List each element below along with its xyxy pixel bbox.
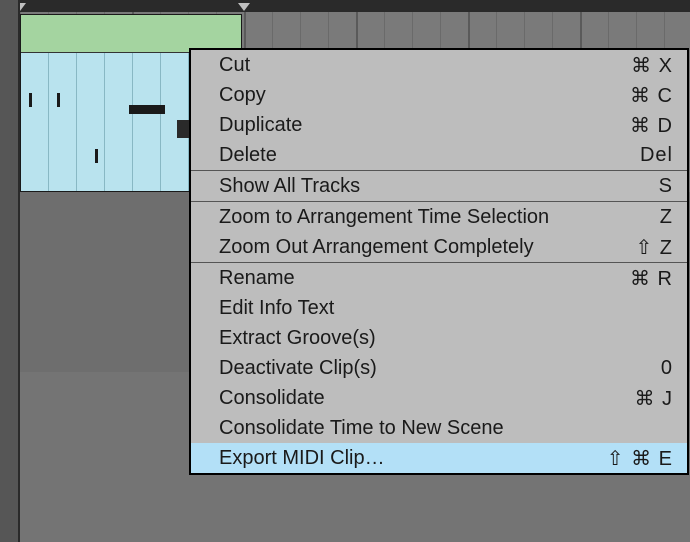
menu-item-copy[interactable]: Copy ⌘ C — [191, 80, 687, 110]
menu-label: Cut — [219, 54, 250, 77]
menu-shortcut: ⌘ X — [631, 53, 673, 78]
menu-shortcut: ⌘ R — [630, 266, 673, 291]
menu-label: Zoom to Arrangement Time Selection — [219, 206, 549, 229]
menu-shortcut: 0 — [661, 357, 673, 380]
menu-item-consolidate[interactable]: Consolidate ⌘ J — [191, 383, 687, 413]
menu-item-consolidate-scene[interactable]: Consolidate Time to New Scene — [191, 413, 687, 443]
menu-item-extract-groove[interactable]: Extract Groove(s) — [191, 323, 687, 353]
clip-edge — [177, 120, 189, 138]
menu-shortcut: ⌘ C — [630, 83, 673, 108]
midi-note — [129, 105, 165, 114]
menu-shortcut: Z — [660, 206, 673, 229]
loop-brace[interactable] — [20, 3, 244, 13]
midi-note — [29, 93, 32, 107]
menu-item-zoom-selection[interactable]: Zoom to Arrangement Time Selection Z — [191, 202, 687, 232]
menu-label: Duplicate — [219, 114, 302, 137]
menu-shortcut: ⇧ ⌘ E — [607, 446, 673, 471]
menu-label: Extract Groove(s) — [219, 327, 376, 350]
menu-item-edit-info[interactable]: Edit Info Text — [191, 293, 687, 323]
menu-shortcut: Del — [640, 144, 673, 167]
context-menu: Cut ⌘ X Copy ⌘ C Duplicate ⌘ D Delete De… — [189, 48, 689, 475]
menu-item-delete[interactable]: Delete Del — [191, 140, 687, 170]
menu-shortcut: ⌘ J — [634, 386, 673, 411]
menu-label: Show All Tracks — [219, 175, 360, 198]
menu-label: Edit Info Text — [219, 297, 334, 320]
menu-shortcut: S — [659, 175, 673, 198]
menu-item-export-midi[interactable]: Export MIDI Clip… ⇧ ⌘ E — [191, 443, 687, 473]
menu-label: Export MIDI Clip… — [219, 447, 385, 470]
menu-item-cut[interactable]: Cut ⌘ X — [191, 50, 687, 80]
menu-item-duplicate[interactable]: Duplicate ⌘ D — [191, 110, 687, 140]
menu-label: Copy — [219, 84, 266, 107]
midi-note — [95, 149, 98, 163]
menu-shortcut: ⇧ Z — [635, 235, 673, 260]
menu-label: Delete — [219, 144, 277, 167]
menu-label: Consolidate — [219, 387, 325, 410]
track-gutter — [0, 0, 20, 542]
menu-item-rename[interactable]: Rename ⌘ R — [191, 263, 687, 293]
menu-label: Zoom Out Arrangement Completely — [219, 236, 534, 259]
menu-item-show-all-tracks[interactable]: Show All Tracks S — [191, 171, 687, 201]
menu-shortcut: ⌘ D — [630, 113, 673, 138]
midi-note — [57, 93, 60, 107]
menu-item-deactivate-clips[interactable]: Deactivate Clip(s) 0 — [191, 353, 687, 383]
menu-label: Rename — [219, 267, 295, 290]
menu-label: Consolidate Time to New Scene — [219, 417, 504, 440]
menu-label: Deactivate Clip(s) — [219, 357, 377, 380]
menu-item-zoom-out[interactable]: Zoom Out Arrangement Completely ⇧ Z — [191, 232, 687, 262]
